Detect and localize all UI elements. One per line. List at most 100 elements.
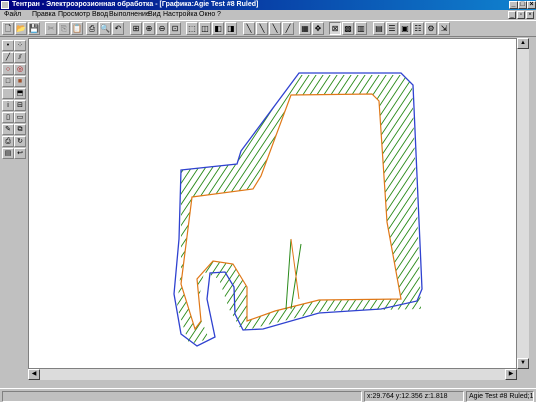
ruling-line bbox=[29, 39, 158, 369]
menu-edit[interactable]: Правка bbox=[32, 10, 56, 20]
new-button[interactable]: 🗋 bbox=[2, 22, 14, 35]
menu-view[interactable]: Просмотр bbox=[58, 10, 90, 20]
maximize-button[interactable]: □ bbox=[518, 1, 527, 9]
grid-view-button[interactable]: ▥ bbox=[355, 22, 367, 35]
graphics-canvas[interactable] bbox=[28, 38, 517, 369]
ruling-line bbox=[463, 39, 517, 369]
preview-button[interactable]: 🔍 bbox=[99, 22, 111, 35]
menu-help[interactable]: ? bbox=[217, 10, 221, 20]
close-button[interactable]: × bbox=[527, 1, 536, 9]
ruling-line bbox=[442, 39, 517, 369]
settings-button[interactable]: ⚙ bbox=[425, 22, 437, 35]
copy-tool-button[interactable]: ⧉ bbox=[14, 124, 26, 135]
scroll-right-button[interactable]: ▶ bbox=[505, 369, 517, 380]
menu-file[interactable]: Файл bbox=[4, 10, 21, 20]
ruling-line bbox=[29, 39, 39, 369]
open-button[interactable]: 📂 bbox=[15, 22, 27, 35]
filled-rect-button[interactable]: ■ bbox=[14, 76, 26, 87]
print-tool-button[interactable]: ⎙ bbox=[2, 136, 14, 147]
save-button[interactable]: 💾 bbox=[28, 22, 40, 35]
undo-button[interactable]: ↶ bbox=[112, 22, 124, 35]
minimize-button[interactable]: _ bbox=[509, 1, 518, 9]
view-3d-button[interactable]: ⬚ bbox=[186, 22, 198, 35]
main-toolbar: 🗋 📂 💾 ✂ ⎘ 📋 ⎙ 🔍 ↶ ⊞ ⊕ ⊖ ⊡ ⬚ ◫ ◧ ◨ ╲ ╲ ╲ … bbox=[0, 20, 536, 37]
menu-execute[interactable]: Выполнение bbox=[109, 10, 150, 20]
param-button[interactable]: ▣ bbox=[399, 22, 411, 35]
ruling-line bbox=[428, 39, 517, 369]
vertical-scrollbar[interactable]: ▲ ▼ bbox=[517, 38, 529, 369]
coordinates-readout: x:29.764 y:12.356 z:1.818 bbox=[364, 391, 464, 402]
mdi-close-button[interactable]: × bbox=[526, 11, 534, 19]
view-top-button[interactable]: ◫ bbox=[199, 22, 211, 35]
ruling-line bbox=[29, 39, 102, 369]
ruling-line bbox=[29, 39, 46, 369]
table-button[interactable]: ▤ bbox=[373, 22, 385, 35]
menu-display[interactable]: Вид bbox=[148, 10, 161, 20]
line-tool-2-button[interactable]: ╲ bbox=[256, 22, 268, 35]
export-button[interactable]: ⇲ bbox=[438, 22, 450, 35]
ruling-line bbox=[29, 39, 172, 369]
ruling-line bbox=[177, 75, 187, 344]
ruling-line bbox=[29, 39, 32, 369]
ruling-line bbox=[364, 75, 421, 344]
cut-button[interactable]: ✂ bbox=[45, 22, 57, 35]
measure-button[interactable]: ⊟ bbox=[14, 100, 26, 111]
status-message bbox=[2, 391, 362, 402]
return-button[interactable]: ↩ bbox=[14, 148, 26, 159]
scroll-left-button[interactable]: ◀ bbox=[28, 369, 40, 380]
view-front-button[interactable]: ◧ bbox=[212, 22, 224, 35]
book-button[interactable]: ▯ bbox=[2, 112, 14, 123]
menu-bar: Файл Правка Просмотр Ввод Выполнение Вид… bbox=[0, 10, 536, 20]
list-2-button[interactable]: ☷ bbox=[412, 22, 424, 35]
blank-tool-button[interactable] bbox=[2, 88, 14, 99]
ruling-line bbox=[505, 39, 517, 369]
list-button[interactable]: ☰ bbox=[386, 22, 398, 35]
scroll-up-button[interactable]: ▲ bbox=[517, 38, 529, 49]
line-tool-3-button[interactable]: ╲ bbox=[269, 22, 281, 35]
point-tool-button[interactable]: • bbox=[2, 40, 14, 51]
paste-button[interactable]: 📋 bbox=[71, 22, 83, 35]
layers-button[interactable]: ▤ bbox=[2, 148, 14, 159]
ruling-line bbox=[456, 39, 517, 369]
line-tool-4-button[interactable]: ╱ bbox=[282, 22, 294, 35]
page-button[interactable]: ▭ bbox=[14, 112, 26, 123]
mdi-minimize-button[interactable]: _ bbox=[508, 11, 516, 19]
horizontal-scrollbar[interactable]: ◀ ▶ bbox=[28, 369, 517, 380]
print-button[interactable]: ⎙ bbox=[86, 22, 98, 35]
ruling-line bbox=[29, 39, 109, 369]
rectangle-button[interactable]: □ bbox=[2, 76, 14, 87]
text-tool-button[interactable]: i bbox=[2, 100, 14, 111]
menu-input[interactable]: Ввод bbox=[92, 10, 108, 20]
app-icon[interactable] bbox=[1, 1, 9, 9]
frame-border bbox=[529, 38, 536, 380]
edit-button[interactable]: ✎ bbox=[2, 124, 14, 135]
view-side-button[interactable]: ◨ bbox=[225, 22, 237, 35]
menu-settings[interactable]: Настройка bbox=[163, 10, 197, 20]
ruling-line bbox=[498, 39, 517, 369]
circle-button[interactable]: ○ bbox=[2, 64, 14, 75]
pan-button[interactable]: ✥ bbox=[312, 22, 324, 35]
ruled-view-button[interactable]: ▩ bbox=[342, 22, 354, 35]
concentric-circle-button[interactable]: ◎ bbox=[14, 64, 26, 75]
contour-button[interactable]: ⬒ bbox=[14, 88, 26, 99]
menu-window[interactable]: Окно bbox=[199, 10, 215, 20]
layout-button[interactable]: ▦ bbox=[299, 22, 311, 35]
ruling-line bbox=[29, 39, 123, 369]
ruling-line bbox=[29, 39, 137, 369]
ruling-line bbox=[29, 39, 130, 369]
line-button[interactable]: ╱ bbox=[2, 52, 14, 63]
point-grid-button[interactable]: ⁘ bbox=[14, 40, 26, 51]
copy-button[interactable]: ⎘ bbox=[58, 22, 70, 35]
zoom-fit-button[interactable]: ⊡ bbox=[169, 22, 181, 35]
ruling-line bbox=[491, 39, 517, 369]
mdi-restore-button[interactable]: ▫ bbox=[517, 11, 525, 19]
line-tool-button[interactable]: ╲ bbox=[243, 22, 255, 35]
status-bar: x:29.764 y:12.356 z:1.818 Agie Test #8 R… bbox=[0, 388, 536, 402]
zoom-in-button[interactable]: ⊕ bbox=[143, 22, 155, 35]
scroll-down-button[interactable]: ▼ bbox=[517, 358, 529, 369]
zoom-out-button[interactable]: ⊖ bbox=[156, 22, 168, 35]
double-line-button[interactable]: ⫽ bbox=[14, 52, 26, 63]
wire-view-button[interactable]: ⊠ bbox=[329, 22, 341, 35]
rotate-button[interactable]: ↻ bbox=[14, 136, 26, 147]
zoom-window-button[interactable]: ⊞ bbox=[130, 22, 142, 35]
